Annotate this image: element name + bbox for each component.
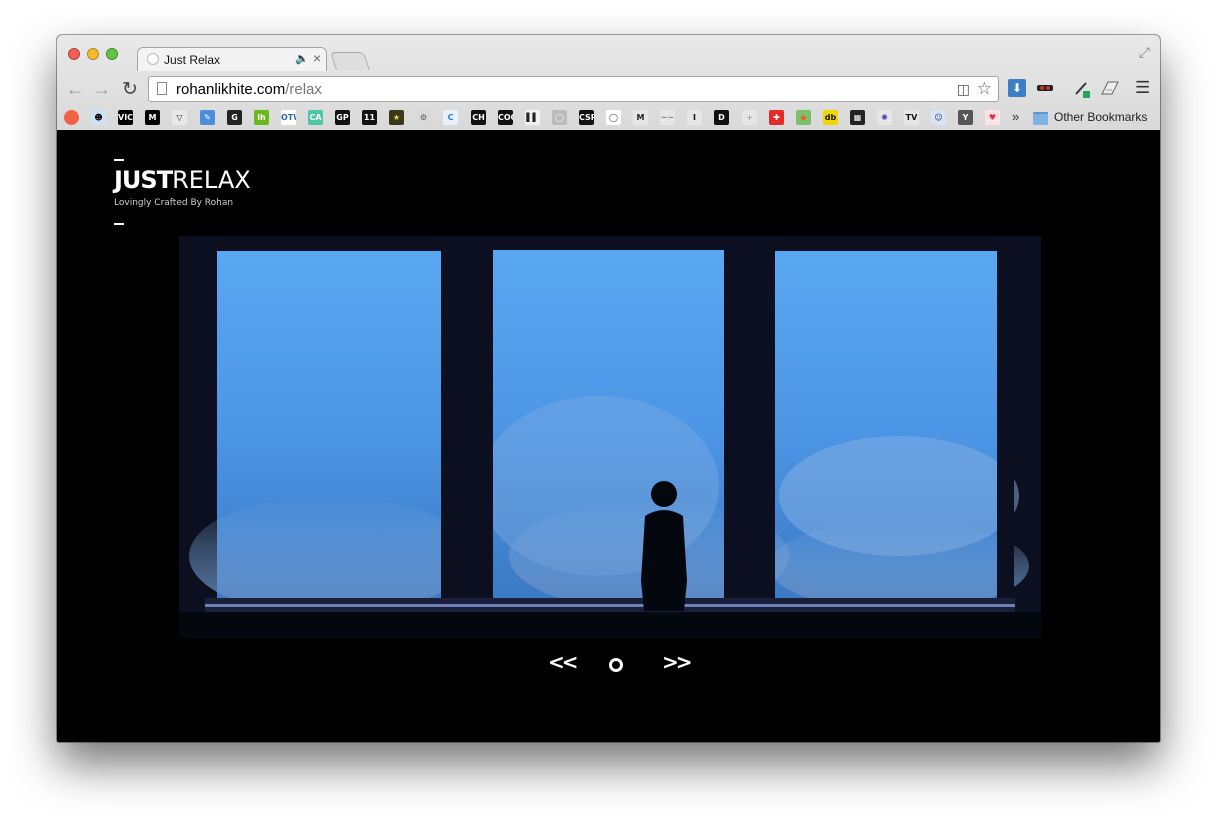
logo-relax: RELAX (172, 166, 251, 194)
back-arrow-icon[interactable]: ← (66, 79, 84, 100)
bookmark-y-icon[interactable]: Y (958, 110, 973, 125)
bookmark-m-serif-icon[interactable]: M (633, 110, 648, 125)
bookmark-heart-icon[interactable]: ♥ (985, 110, 1000, 125)
bookmark-ch-icon[interactable]: CH (471, 110, 486, 125)
bookmark-v-icon[interactable]: ▽ (172, 110, 187, 125)
bookmark-circle-icon[interactable]: ◯ (552, 110, 567, 125)
tab-close-icon[interactable]: × (313, 50, 321, 66)
bookmark-lh-icon[interactable]: lh (254, 110, 269, 125)
folder-icon (1033, 112, 1048, 125)
url-domain: rohanlikhite.com (176, 81, 286, 98)
url-path: /relax (285, 81, 322, 98)
site-tagline: Lovingly Crafted By Rohan (114, 198, 234, 208)
bookmarks-bar: » Other Bookmarks ☻ VICE M ▽ ✎ Glh OTW CA GP 11 ★ ⚙… (57, 105, 1160, 130)
close-window-button[interactable] (68, 48, 80, 60)
bookmark-star-icon[interactable]: ☆ (977, 79, 992, 99)
logo-just: JUST (114, 166, 173, 194)
other-bookmarks-link[interactable]: Other Bookmarks (1054, 110, 1147, 124)
bookmark-pen-icon[interactable]: ✎ (200, 110, 215, 125)
page-content: JUSTRELAX Lovingly Crafted By Rohan << >… (57, 130, 1160, 742)
bookmark-db-icon[interactable]: db (823, 110, 838, 125)
download-extension-icon[interactable]: ⬇ (1008, 79, 1026, 97)
slider-prev-button[interactable]: << (548, 650, 578, 674)
bookmark-reddit-icon[interactable]: ☻ (91, 110, 106, 125)
address-bar[interactable]: rohanlikhite.com/relax ◫ ☆ (148, 76, 999, 102)
slider-next-button[interactable]: >> (662, 650, 692, 674)
bookmark-grid-icon[interactable]: ▦ (850, 110, 865, 125)
bookmark-vice-icon[interactable]: VICE (118, 110, 133, 125)
bookmark-wave-icon[interactable]: ~~ (660, 110, 675, 125)
bookmark-tv-icon[interactable]: TV (904, 110, 919, 125)
page-icon (157, 82, 167, 95)
bookmark-gear-icon[interactable]: ⚙ (416, 110, 431, 125)
bookmark-swiss-icon[interactable]: ✚ (769, 110, 784, 125)
bookmark-ring-icon[interactable]: ◯ (606, 110, 621, 125)
site-logo[interactable]: JUSTRELAX (114, 168, 251, 192)
bookmark-casa-icon[interactable]: CA (308, 110, 323, 125)
forward-arrow-icon[interactable]: → (93, 79, 111, 100)
browser-chrome: Just Relax 🔈 × ⤢ ← → ↻ rohanlikhite.com/… (57, 35, 1160, 131)
bookmark-flower-icon[interactable]: ✺ (877, 110, 892, 125)
zoom-window-button[interactable] (106, 48, 118, 60)
bookmark-cool-icon[interactable]: COOL (498, 110, 513, 125)
window-silhouette-image (179, 236, 1041, 638)
bookmark-gp-icon[interactable]: GP (335, 110, 350, 125)
bookmarks-overflow-chevron[interactable]: » (1012, 109, 1019, 124)
new-tab-button[interactable] (330, 52, 370, 70)
logo-dash-bottom (114, 223, 124, 225)
tab-title: Just Relax (164, 53, 221, 67)
slider-pause-dot[interactable] (609, 658, 623, 672)
bookmark-c-icon[interactable]: C (443, 110, 458, 125)
logo-dash-top (114, 159, 124, 161)
bookmark-csp-icon[interactable]: CSP (579, 110, 594, 125)
bookmark-g-icon[interactable]: G (227, 110, 242, 125)
bookmark-11-icon[interactable]: 11 (362, 110, 377, 125)
bookmark-medium-icon[interactable]: M (145, 110, 160, 125)
slideshow-photo (179, 236, 1041, 638)
bookmark-1-icon[interactable] (64, 110, 79, 125)
minimize-window-button[interactable] (87, 48, 99, 60)
traffic-lights (68, 48, 118, 60)
hamburger-menu-icon[interactable]: ☰ (1135, 78, 1150, 98)
eyedropper-extension-icon[interactable] (1073, 79, 1091, 98)
browser-tab-active[interactable]: Just Relax 🔈 × (137, 47, 327, 71)
bookmark-plus-icon[interactable]: + (742, 110, 757, 125)
url-text[interactable]: rohanlikhite.com/relax (176, 81, 322, 98)
bookmark-bird-icon[interactable]: ◆ (796, 110, 811, 125)
reading-list-extension-icon[interactable] (1100, 79, 1119, 97)
fullscreen-icon[interactable]: ⤢ (1139, 44, 1150, 61)
bookmark-otw-icon[interactable]: OTW (281, 110, 296, 125)
bookmark-chart-icon[interactable]: ▌▌ (525, 110, 540, 125)
mask-extension-icon[interactable] (1036, 79, 1054, 97)
reload-icon[interactable]: ↻ (122, 78, 138, 101)
bookmark-d-icon[interactable]: D (714, 110, 729, 125)
bookmark-star-icon[interactable]: ★ (389, 110, 404, 125)
audio-playing-icon[interactable]: 🔈 (295, 52, 309, 65)
reader-mode-icon[interactable]: ◫ (957, 81, 970, 98)
bookmark-i-icon[interactable]: I (687, 110, 702, 125)
tab-favicon-icon (147, 53, 159, 65)
browser-window: Just Relax 🔈 × ⤢ ← → ↻ rohanlikhite.com/… (57, 35, 1160, 742)
bookmark-person-icon[interactable]: ☺ (931, 110, 946, 125)
